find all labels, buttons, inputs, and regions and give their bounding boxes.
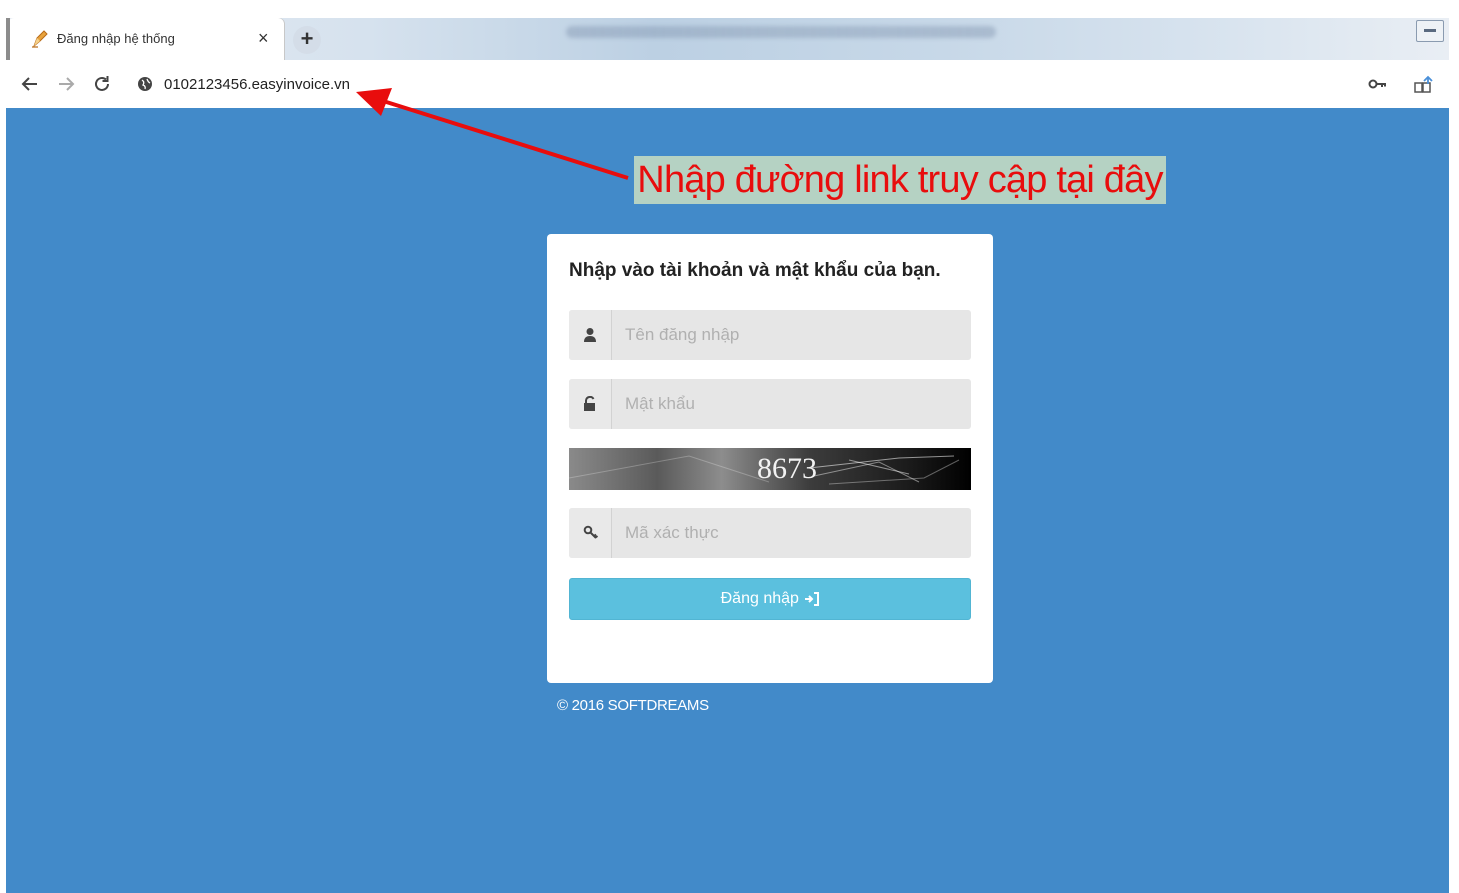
reload-button[interactable] — [90, 72, 114, 96]
captcha-input[interactable] — [619, 508, 969, 558]
back-button[interactable] — [18, 72, 42, 96]
login-card: Nhập vào tài khoản và mật khẩu của bạn. — [547, 234, 993, 683]
lock-icon — [584, 396, 595, 411]
window-title-blur — [566, 26, 996, 38]
annotation-callout: Nhập đường link truy cập tại đây — [634, 156, 1166, 204]
sign-in-icon — [805, 591, 820, 606]
username-addon — [569, 310, 612, 360]
extension-icon[interactable] — [1413, 74, 1435, 94]
key-icon — [583, 525, 599, 539]
login-button-label: Đăng nhập — [720, 590, 799, 607]
globe-icon[interactable] — [137, 76, 153, 92]
pen-icon — [32, 30, 48, 48]
key-icon[interactable] — [1368, 76, 1388, 92]
new-tab-button[interactable]: + — [293, 26, 321, 54]
browser-chrome: Đăng nhập hệ thống × + 0102123456.easyin… — [6, 18, 1449, 109]
password-addon — [569, 379, 612, 429]
browser-toolbar: 0102123456.easyinvoice.vn — [6, 60, 1449, 109]
user-icon — [584, 328, 596, 342]
captcha-image: 8673 — [569, 448, 971, 490]
tab-edge — [6, 18, 10, 60]
window-restore-button[interactable] — [1416, 20, 1444, 42]
username-group — [569, 310, 971, 360]
tab-title: Đăng nhập hệ thống — [57, 31, 175, 46]
login-heading: Nhập vào tài khoản và mật khẩu của bạn. — [569, 260, 941, 281]
captcha-text: 8673 — [757, 452, 817, 485]
arrow-left-icon — [21, 77, 37, 91]
reload-icon — [95, 76, 109, 91]
captcha-addon — [569, 508, 612, 558]
login-button[interactable]: Đăng nhập — [569, 578, 971, 620]
close-icon[interactable]: × — [258, 28, 269, 48]
address-bar-url[interactable]: 0102123456.easyinvoice.vn — [164, 76, 350, 93]
arrow-right-icon — [59, 77, 75, 91]
footer-copyright: © 2016 SOFTDREAMS — [557, 697, 709, 714]
browser-tab[interactable]: Đăng nhập hệ thống × — [6, 18, 284, 60]
forward-button[interactable] — [54, 72, 78, 96]
tab-strip: Đăng nhập hệ thống × + — [6, 18, 1449, 60]
username-input[interactable] — [619, 310, 969, 360]
password-input[interactable] — [619, 379, 969, 429]
captcha-group — [569, 508, 971, 558]
password-group — [569, 379, 971, 429]
